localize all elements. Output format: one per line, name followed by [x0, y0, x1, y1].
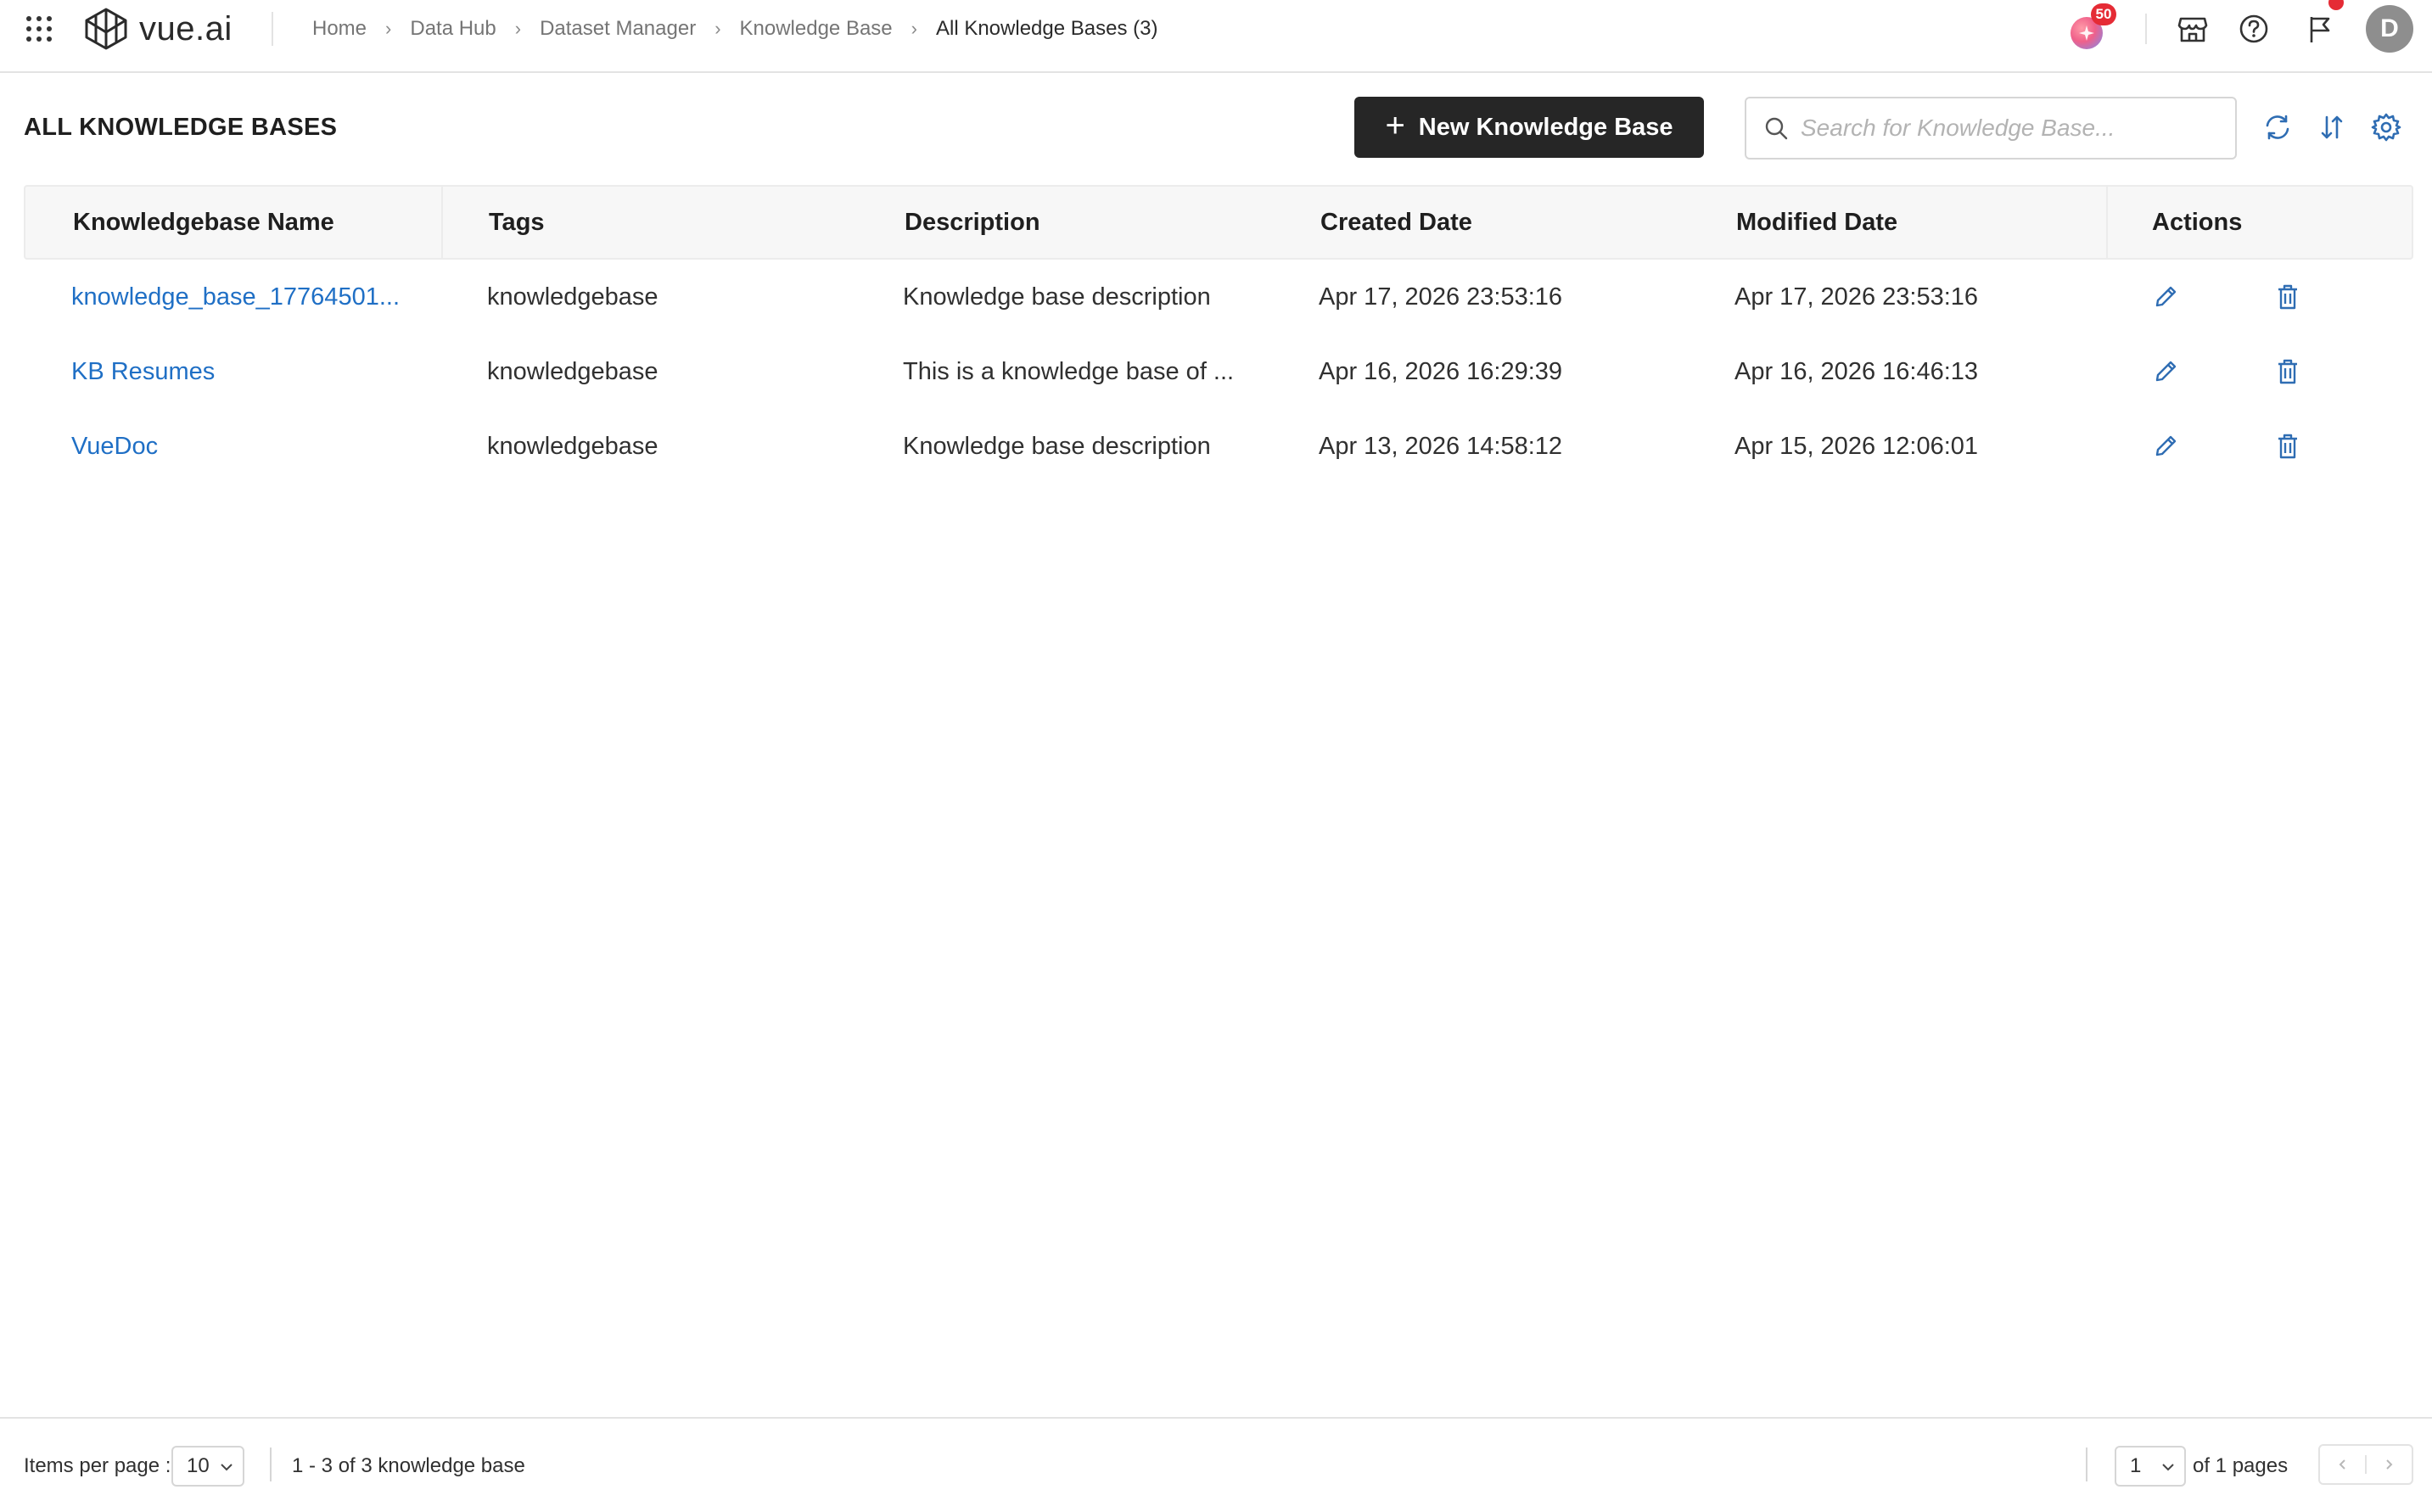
help-icon[interactable] — [2237, 12, 2271, 46]
page-number-select[interactable]: 1 — [2115, 1446, 2186, 1487]
page-title: ALL KNOWLEDGE BASES — [24, 114, 338, 141]
next-page-button[interactable] — [2367, 1446, 2412, 1483]
column-header-created-date[interactable]: Created Date — [1320, 187, 1472, 258]
column-resize-handle[interactable] — [441, 187, 443, 258]
knowledge-base-table: Knowledgebase Name Tags Description Crea… — [24, 185, 2413, 484]
column-header-description[interactable]: Description — [905, 187, 1040, 258]
delete-trash-icon[interactable] — [2272, 431, 2303, 462]
chevron-down-icon — [221, 1464, 233, 1471]
knowledge-base-name-link[interactable]: KB Resumes — [71, 334, 215, 409]
chevron-right-icon: › — [911, 18, 917, 39]
modified-date-cell: Apr 17, 2026 23:53:16 — [1734, 283, 1979, 311]
toolbar-divider — [2145, 14, 2147, 44]
created-date-cell: Apr 16, 2026 16:29:39 — [1319, 357, 1563, 385]
footer-divider — [270, 1448, 272, 1481]
plus-icon: + — [1385, 107, 1405, 144]
chevron-down-icon — [2162, 1464, 2174, 1471]
announcements-icon[interactable] — [2305, 12, 2339, 46]
tags-cell: knowledgebase — [487, 357, 658, 385]
range-summary: 1 - 3 of 3 knowledge base — [292, 1454, 525, 1477]
chevron-right-icon: › — [714, 18, 721, 39]
ai-assistant-button[interactable]: 50 — [2067, 3, 2116, 53]
search-icon — [1765, 117, 1788, 140]
marketplace-icon[interactable] — [2176, 12, 2210, 46]
created-date-cell: Apr 13, 2026 14:58:12 — [1319, 432, 1563, 460]
items-per-page-select[interactable]: 10 — [171, 1446, 244, 1487]
knowledge-base-name-link[interactable]: VueDoc — [71, 409, 158, 484]
chevron-right-icon — [2386, 1459, 2393, 1470]
delete-trash-icon[interactable] — [2272, 356, 2303, 387]
tags-cell: knowledgebase — [487, 283, 658, 311]
column-header-name[interactable]: Knowledgebase Name — [73, 187, 334, 258]
vue-ai-logo-mark-icon — [85, 8, 127, 50]
ai-notification-badge: 50 — [2091, 3, 2116, 25]
column-header-tags[interactable]: Tags — [489, 187, 545, 258]
breadcrumb-knowledge-base[interactable]: Knowledge Base — [740, 17, 893, 41]
chevron-left-icon — [2339, 1459, 2345, 1470]
breadcrumb: Home › Data Hub › Dataset Manager › Know… — [312, 14, 1157, 44]
delete-trash-icon[interactable] — [2272, 282, 2303, 312]
previous-page-button[interactable] — [2320, 1446, 2365, 1483]
modified-date-cell: Apr 16, 2026 16:46:13 — [1734, 357, 1979, 385]
top-navigation-bar: vue.ai Home › Data Hub › Dataset Manager… — [0, 0, 2432, 73]
table-header: Knowledgebase Name Tags Description Crea… — [24, 185, 2413, 260]
table-row: VueDoc knowledgebase Knowledge base desc… — [24, 409, 2413, 484]
breadcrumb-dataset-manager[interactable]: Dataset Manager — [540, 17, 696, 41]
user-avatar[interactable]: D — [2366, 5, 2413, 53]
breadcrumb-home[interactable]: Home — [312, 17, 367, 41]
description-cell: Knowledge base description — [903, 283, 1211, 311]
description-cell: This is a knowledge base of ... — [903, 357, 1235, 385]
current-page-value: 1 — [2130, 1454, 2142, 1477]
apps-grid-icon[interactable] — [24, 14, 54, 44]
table-row: KB Resumes knowledgebase This is a knowl… — [24, 334, 2413, 409]
header-divider — [272, 12, 273, 46]
total-pages-text: of 1 pages — [2193, 1454, 2289, 1477]
tags-cell: knowledgebase — [487, 432, 658, 460]
column-header-actions: Actions — [2152, 208, 2243, 236]
search-box — [1745, 97, 2237, 160]
sort-icon[interactable] — [2317, 112, 2347, 143]
items-per-page-value: 10 — [187, 1454, 210, 1477]
column-header-modified-date[interactable]: Modified Date — [1736, 187, 1897, 258]
logo-text: vue.ai — [139, 9, 233, 48]
new-knowledge-base-label: New Knowledge Base — [1418, 113, 1673, 141]
edit-pencil-icon[interactable] — [2150, 431, 2181, 462]
breadcrumb-data-hub[interactable]: Data Hub — [410, 17, 496, 41]
pager-controls — [2318, 1444, 2413, 1485]
notification-dot — [2328, 0, 2344, 10]
table-row: knowledge_base_17764501... knowledgebase… — [24, 260, 2413, 334]
knowledge-base-name-link[interactable]: knowledge_base_17764501... — [71, 260, 400, 334]
refresh-icon[interactable] — [2262, 112, 2293, 143]
column-resize-handle[interactable] — [2106, 187, 2108, 258]
description-cell: Knowledge base description — [903, 432, 1211, 460]
settings-gear-icon[interactable] — [2371, 112, 2401, 143]
new-knowledge-base-button[interactable]: + New Knowledge Base — [1354, 97, 1704, 158]
search-input[interactable] — [1801, 107, 2208, 149]
edit-pencil-icon[interactable] — [2150, 356, 2181, 387]
created-date-cell: Apr 17, 2026 23:53:16 — [1319, 283, 1563, 311]
footer-divider — [2086, 1448, 2087, 1481]
chevron-right-icon: › — [514, 18, 522, 39]
items-per-page-label: Items per page : — [24, 1454, 171, 1477]
pagination-footer: Items per page : 10 1 - 3 of 3 knowledge… — [0, 1417, 2432, 1512]
vue-ai-logo[interactable]: vue.ai — [83, 7, 233, 51]
edit-pencil-icon[interactable] — [2150, 282, 2181, 312]
chevron-right-icon: › — [385, 18, 392, 39]
breadcrumb-current: All Knowledge Bases (3) — [935, 17, 1158, 40]
modified-date-cell: Apr 15, 2026 12:06:01 — [1734, 432, 1979, 460]
